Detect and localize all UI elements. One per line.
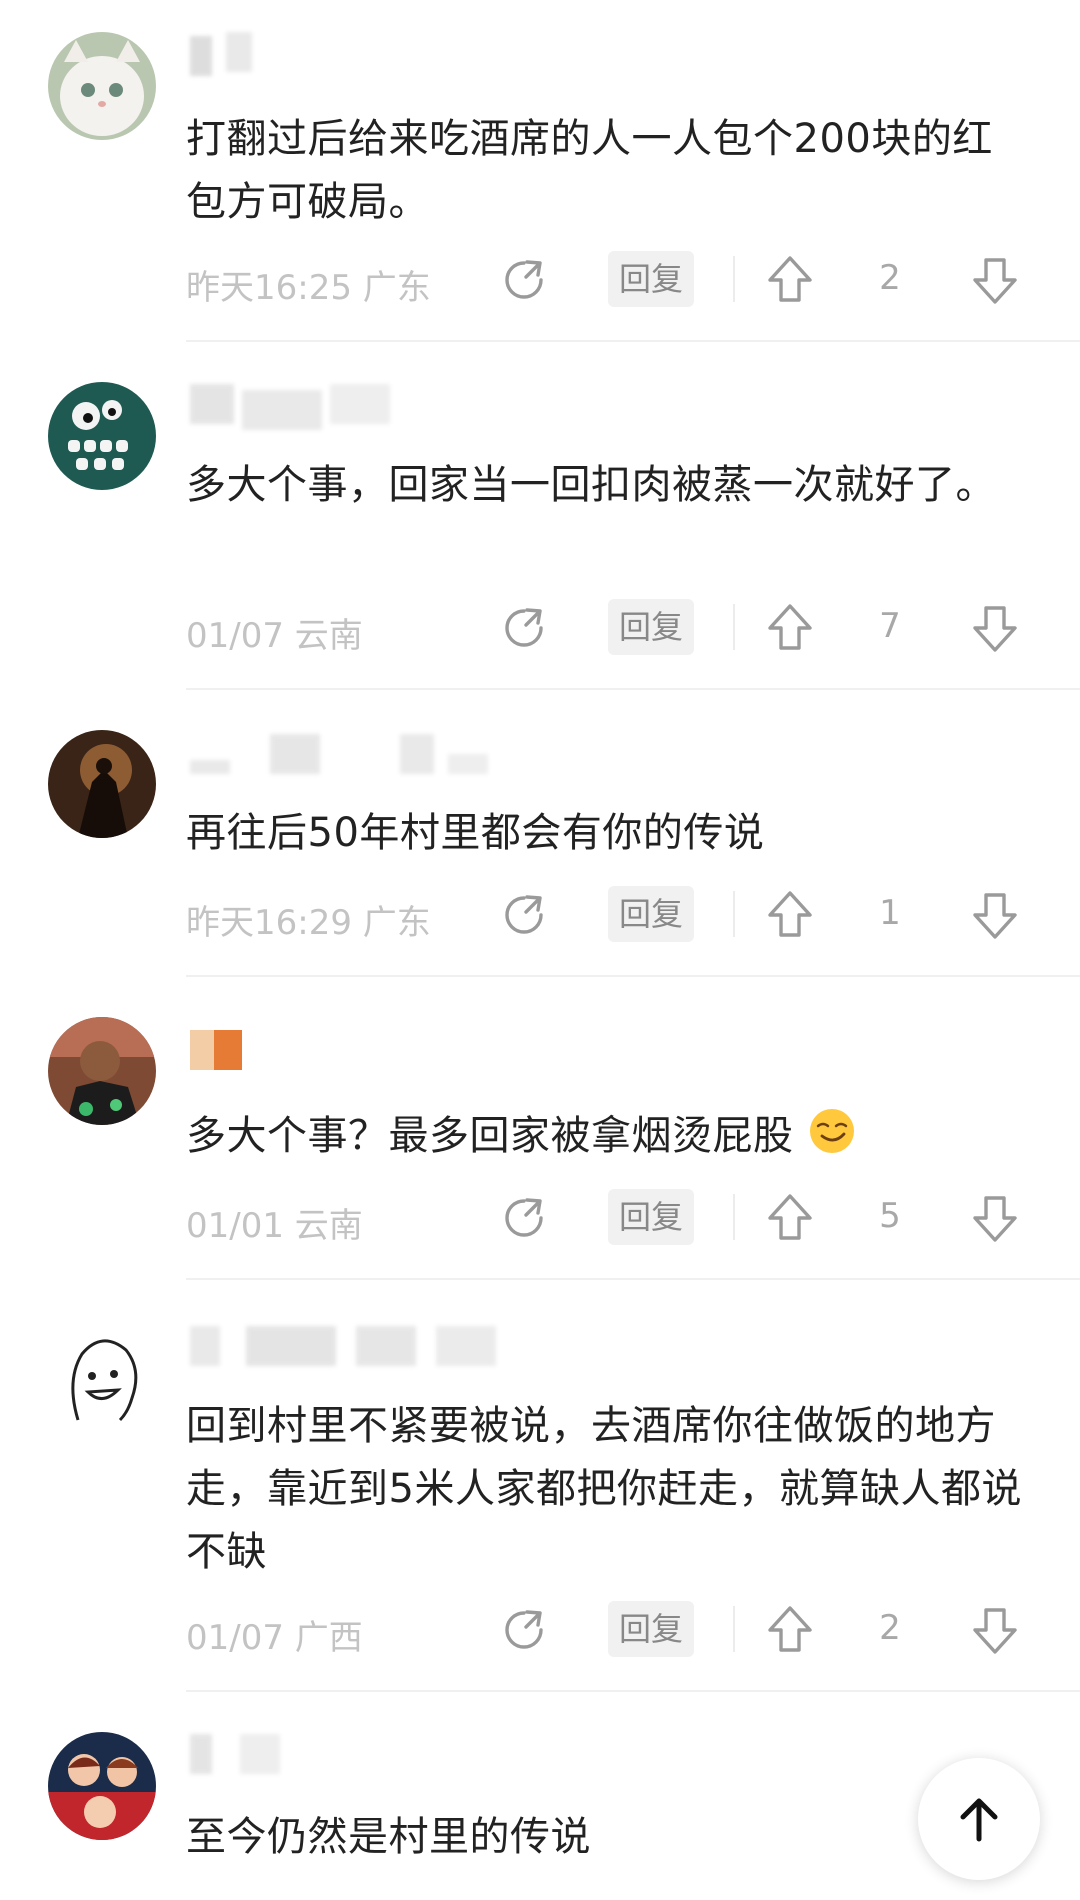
upvote-arrow-icon[interactable] — [765, 1604, 815, 1656]
share-icon[interactable] — [499, 890, 549, 940]
avatar[interactable] — [48, 1320, 156, 1428]
downvote-arrow-icon[interactable] — [970, 1192, 1020, 1244]
comment-location: 广东 — [362, 268, 431, 308]
vote-count: 5 — [879, 1196, 901, 1236]
comment-text: 多大个事，回家当一回扣肉被蒸一次就好了。 — [186, 462, 996, 508]
upvote-arrow-icon[interactable] — [765, 602, 815, 654]
comment-time: 01/01 — [186, 1206, 284, 1246]
downvote-arrow-icon[interactable] — [970, 889, 1020, 941]
divider — [186, 1690, 1080, 1692]
comment-meta: 01/01 云南 — [186, 1198, 363, 1247]
share-icon[interactable] — [499, 1193, 549, 1243]
comment-text: 至今仍然是村里的传说 — [186, 1814, 591, 1860]
avatar[interactable] — [48, 32, 156, 140]
comment-location: 广西 — [294, 1618, 363, 1658]
comment-meta-row: 昨天16:25 广东 回复 2 — [0, 250, 1080, 310]
comment-meta: 01/07 广西 — [186, 1610, 363, 1659]
upvote-arrow-icon[interactable] — [765, 1192, 815, 1244]
upvote-arrow-icon[interactable] — [765, 889, 815, 941]
arrow-up-icon — [960, 1798, 998, 1842]
comment-meta-row: 01/07 云南 回复 7 — [0, 598, 1080, 658]
reply-button[interactable]: 回复 — [608, 599, 694, 655]
divider — [186, 340, 1080, 342]
downvote-arrow-icon[interactable] — [970, 1604, 1020, 1656]
reply-button[interactable]: 回复 — [608, 886, 694, 942]
scroll-to-top-button[interactable] — [918, 1758, 1040, 1880]
comment-time: 01/07 — [186, 616, 284, 656]
comment-location: 广东 — [362, 903, 431, 943]
smirk-emoji-icon — [809, 1109, 854, 1153]
comment-location: 云南 — [294, 616, 363, 656]
vote-count: 7 — [879, 606, 901, 646]
comment-meta: 01/07 云南 — [186, 608, 363, 657]
comment-text: 再往后50年村里都会有你的传说 — [186, 810, 765, 856]
comment-meta: 昨天16:25 广东 — [186, 260, 431, 309]
separator — [733, 891, 735, 937]
comment-time: 昨天16:25 — [186, 268, 352, 308]
separator — [733, 604, 735, 650]
divider — [186, 688, 1080, 690]
comment-text-content: 多大个事？最多回家被拿烟烫屁股 — [186, 1113, 794, 1159]
avatar[interactable] — [48, 730, 156, 838]
comment-meta-row: 01/07 广西 回复 2 — [0, 1600, 1080, 1660]
upvote-arrow-icon[interactable] — [765, 254, 815, 306]
divider — [186, 975, 1080, 977]
share-icon[interactable] — [499, 255, 549, 305]
reply-button[interactable]: 回复 — [608, 1601, 694, 1657]
reply-button[interactable]: 回复 — [608, 251, 694, 307]
separator — [733, 1194, 735, 1240]
avatar[interactable] — [48, 1017, 156, 1125]
share-icon[interactable] — [499, 603, 549, 653]
share-icon[interactable] — [499, 1605, 549, 1655]
comment-meta-row: 01/01 云南 回复 5 — [0, 1188, 1080, 1248]
comment-time: 01/07 — [186, 1618, 284, 1658]
separator — [733, 256, 735, 302]
comment-location: 云南 — [294, 1206, 363, 1246]
comment-time: 昨天16:29 — [186, 903, 352, 943]
divider — [186, 1278, 1080, 1280]
comment-meta: 昨天16:29 广东 — [186, 895, 431, 944]
separator — [733, 1606, 735, 1652]
comment-meta-row: 昨天16:29 广东 回复 1 — [0, 885, 1080, 945]
vote-count: 2 — [879, 258, 901, 298]
avatar[interactable] — [48, 382, 156, 490]
downvote-arrow-icon[interactable] — [970, 602, 1020, 654]
comment-text: 多大个事？最多回家被拿烟烫屁股 — [186, 1105, 1026, 1168]
comment-text: 打翻过后给来吃酒席的人一人包个200块的红包方可破局。 — [186, 116, 993, 225]
comment-text: 回到村里不紧要被说，去酒席你往做饭的地方走，靠近到5米人家都把你赶走，就算缺人都… — [186, 1403, 1022, 1575]
reply-button[interactable]: 回复 — [608, 1189, 694, 1245]
avatar[interactable] — [48, 1732, 156, 1840]
downvote-arrow-icon[interactable] — [970, 254, 1020, 306]
vote-count: 1 — [879, 893, 901, 933]
vote-count: 2 — [879, 1608, 901, 1648]
